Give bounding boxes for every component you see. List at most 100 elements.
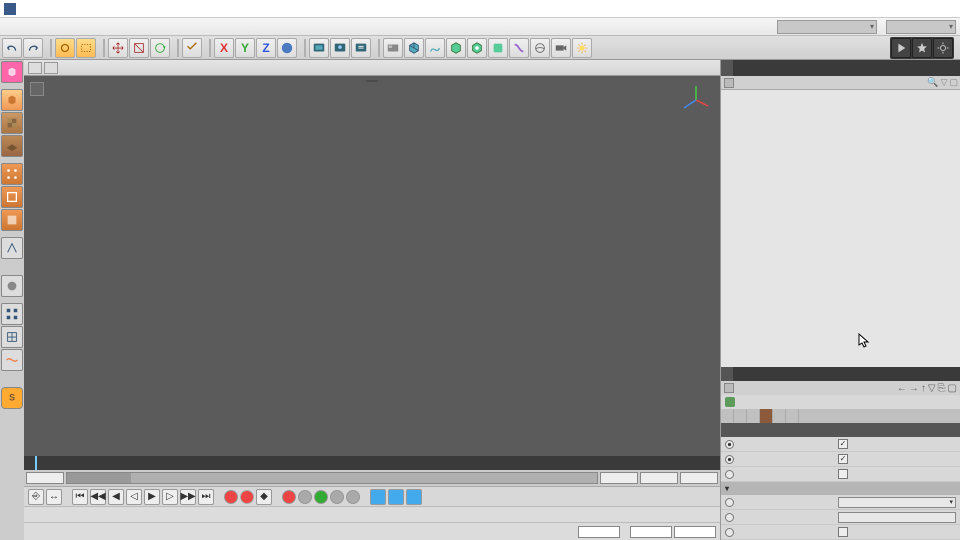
viewport-solo-icon[interactable]: [1, 275, 23, 297]
field-icon[interactable]: [488, 38, 508, 58]
layout-dropdown[interactable]: [886, 20, 956, 34]
structure-tab[interactable]: [745, 367, 757, 381]
mat-tiny-icon[interactable]: [28, 510, 40, 520]
maximize-button[interactable]: [896, 0, 926, 17]
start-cap-radio-icon[interactable]: [725, 440, 734, 449]
end-frame-field[interactable]: [600, 472, 638, 484]
generator-icon[interactable]: [446, 38, 466, 58]
edges-mode-icon[interactable]: [1, 186, 23, 208]
start-frame2-field[interactable]: [640, 472, 678, 484]
move-tool-icon[interactable]: [108, 38, 128, 58]
end-cap-radio-icon[interactable]: [725, 455, 734, 464]
tab-object[interactable]: [747, 409, 760, 423]
bevel-size-radio-icon[interactable]: [725, 513, 734, 522]
key-pos-icon[interactable]: [282, 490, 296, 504]
tab-caps[interactable]: [760, 409, 773, 423]
generator2-icon[interactable]: [467, 38, 487, 58]
x-axis-icon[interactable]: X: [214, 38, 234, 58]
sep-bevel-radio-icon[interactable]: [725, 470, 734, 479]
workplane-snap-icon[interactable]: [1, 326, 23, 348]
axis-enable-icon[interactable]: [1, 237, 23, 259]
deformer-icon[interactable]: [509, 38, 529, 58]
attr-back-icon[interactable]: ←: [897, 383, 907, 394]
both-bevels-header[interactable]: [721, 482, 960, 495]
step-fwd-icon[interactable]: ▷: [162, 489, 178, 505]
key-interp1-icon[interactable]: [370, 489, 386, 505]
rt-star-icon[interactable]: [912, 38, 932, 58]
scale-tool-icon[interactable]: [129, 38, 149, 58]
timeline-playhead[interactable]: [35, 456, 37, 470]
rotate-tool-icon[interactable]: [150, 38, 170, 58]
timeline-stretch-icon[interactable]: ↔: [46, 489, 62, 505]
record-icon[interactable]: [224, 490, 238, 504]
key-rot-icon[interactable]: [314, 490, 328, 504]
step-back-icon[interactable]: ◀: [108, 489, 124, 505]
y-axis-icon[interactable]: Y: [235, 38, 255, 58]
timeline-q-icon[interactable]: ⎆: [28, 489, 44, 505]
bevel-shape-dropdown[interactable]: [838, 497, 956, 508]
attr-pane-icon[interactable]: ▢: [948, 383, 957, 394]
autokey-icon[interactable]: [240, 490, 254, 504]
sep-bevel-checkbox[interactable]: [838, 469, 848, 479]
spline-primitive-icon[interactable]: [425, 38, 445, 58]
polygons-mode-icon[interactable]: [1, 209, 23, 231]
rect-select-icon[interactable]: [76, 38, 96, 58]
nodespace-dropdown[interactable]: [777, 20, 877, 34]
placement-tool-icon[interactable]: S: [1, 387, 23, 409]
timeline-ruler[interactable]: [24, 456, 720, 470]
takes-tab[interactable]: [733, 60, 745, 76]
prev-key-icon[interactable]: ◀◀: [90, 489, 106, 505]
go-end-icon[interactable]: ⏭: [198, 489, 214, 505]
tab-selections[interactable]: [773, 409, 786, 423]
live-select-icon[interactable]: [55, 38, 75, 58]
attr-toggle-icon[interactable]: [724, 383, 734, 393]
next-key-icon[interactable]: ▶▶: [180, 489, 196, 505]
snap-icon[interactable]: [1, 303, 23, 325]
play-back-icon[interactable]: ◁: [126, 489, 142, 505]
viewport-canvas[interactable]: [24, 76, 720, 456]
start-frame-field[interactable]: [26, 472, 64, 484]
vp-pan-icon[interactable]: [28, 62, 42, 74]
render-pv-icon[interactable]: [330, 38, 350, 58]
close-button[interactable]: [926, 0, 956, 17]
tab-phong[interactable]: [786, 409, 799, 423]
model-mode-icon[interactable]: [1, 89, 23, 111]
vp-mini-icon[interactable]: [30, 82, 44, 96]
asset-browser-icon[interactable]: [383, 38, 403, 58]
attributes-tab[interactable]: [721, 367, 733, 381]
cube-primitive-icon[interactable]: [404, 38, 424, 58]
guides-icon[interactable]: [1, 349, 23, 371]
coord-x-pos[interactable]: [578, 526, 620, 538]
coord-tiny-icon[interactable]: [624, 510, 636, 520]
layers-tab[interactable]: [733, 367, 745, 381]
z-axis-icon[interactable]: Z: [256, 38, 276, 58]
play-fwd-icon[interactable]: ▶: [144, 489, 160, 505]
tab-basic[interactable]: [721, 409, 734, 423]
render-settings-icon[interactable]: [351, 38, 371, 58]
objects-tab[interactable]: [721, 60, 733, 76]
key-interp3-icon[interactable]: [406, 489, 422, 505]
rt-gear-icon[interactable]: [933, 38, 953, 58]
go-start-icon[interactable]: ⏮: [72, 489, 88, 505]
key-interp2-icon[interactable]: [388, 489, 404, 505]
render-view-icon[interactable]: [309, 38, 329, 58]
rt-play-icon[interactable]: [891, 38, 911, 58]
undo-button[interactable]: [2, 38, 22, 58]
obj-toggle-icon[interactable]: [724, 78, 734, 88]
ext-shape-checkbox[interactable]: [838, 527, 848, 537]
coord-sys-icon[interactable]: [277, 38, 297, 58]
points-mode-icon[interactable]: [1, 163, 23, 185]
attr-fwd-icon[interactable]: →: [909, 383, 919, 394]
environment-icon[interactable]: [530, 38, 550, 58]
history-tool-icon[interactable]: [182, 38, 202, 58]
minimize-button[interactable]: [866, 0, 896, 17]
object-tree[interactable]: [721, 90, 960, 210]
make-editable-icon[interactable]: [1, 61, 23, 83]
obj-search-icon[interactable]: 🔍: [927, 77, 938, 88]
keyframe-sel-icon[interactable]: ◆: [256, 489, 272, 505]
timeline-scrubber[interactable]: [66, 472, 598, 484]
camera-icon[interactable]: [551, 38, 571, 58]
coord-h-rot[interactable]: [674, 526, 716, 538]
key-param-icon[interactable]: [330, 490, 344, 504]
viewport-3d[interactable]: [24, 76, 720, 456]
